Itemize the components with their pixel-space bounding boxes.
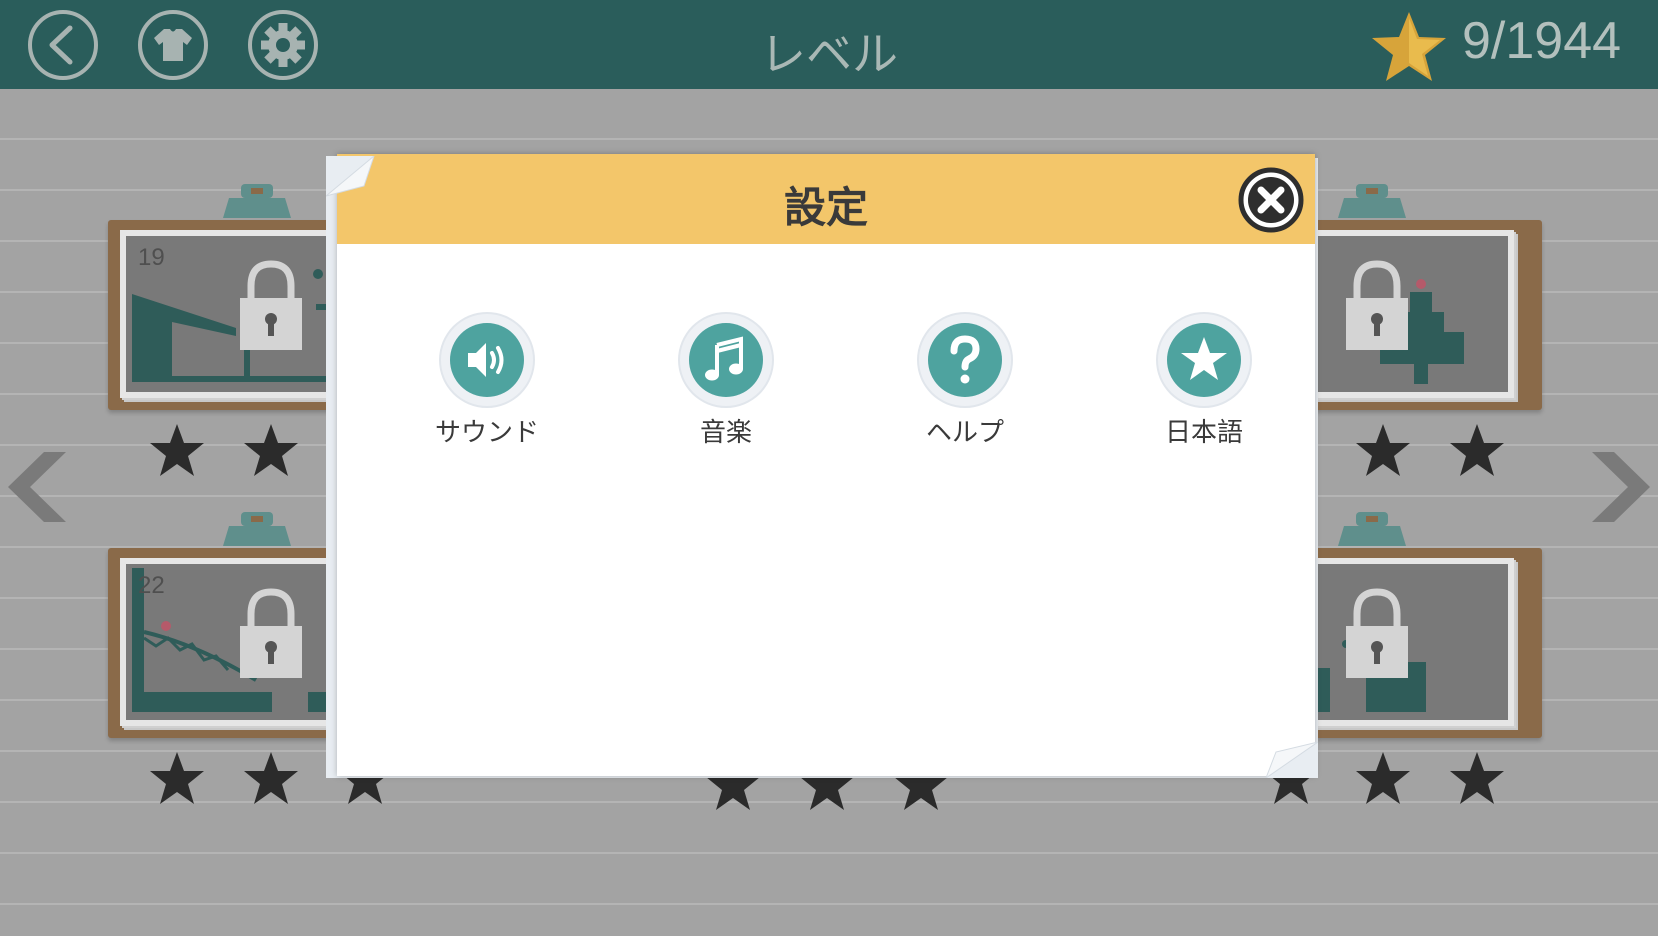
- page-curl-top-left: [326, 156, 375, 197]
- sound-option[interactable]: サウンド: [407, 314, 567, 454]
- dialog-title: 設定: [783, 183, 868, 232]
- prev-page-button[interactable]: [4, 448, 74, 526]
- star-icon: [150, 752, 204, 804]
- help-label: ヘルプ: [925, 418, 1004, 448]
- star-icon: [244, 424, 298, 476]
- question-icon: [950, 335, 980, 384]
- lock-icon: [238, 586, 304, 680]
- clipboard-clip: [223, 184, 291, 218]
- help-option[interactable]: ヘルプ: [885, 314, 1045, 454]
- language-label: 日本語: [1164, 418, 1243, 448]
- close-button[interactable]: [1237, 166, 1305, 234]
- level-number: 19: [138, 244, 165, 271]
- star-icon: [1356, 752, 1410, 804]
- music-option-ring: [680, 314, 772, 406]
- chevron-left-icon: [8, 452, 66, 522]
- next-page-button[interactable]: [1584, 448, 1654, 526]
- settings-dialog: 設定 サウンド 音楽 ヘルプ 日本語: [337, 154, 1315, 776]
- clipboard-clip: [223, 512, 291, 546]
- star-icon: [1356, 424, 1410, 476]
- star-count: 9/1944: [1462, 12, 1622, 70]
- clipboard-clip: [1338, 184, 1406, 218]
- level-number: 22: [138, 572, 165, 599]
- star-icon: [1450, 752, 1504, 804]
- lock-icon: [1344, 258, 1410, 352]
- sound-option-ring: [441, 314, 533, 406]
- sound-label: サウンド: [434, 418, 539, 448]
- top-bar: レベル 9/1944: [0, 0, 1658, 89]
- lock-icon: [238, 258, 304, 352]
- language-option-ring: [1158, 314, 1250, 406]
- star-icon: [1450, 424, 1504, 476]
- music-label: 音楽: [699, 418, 752, 448]
- gold-star-icon: [1372, 12, 1446, 81]
- music-note-icon: [705, 336, 743, 381]
- clipboard-clip: [1338, 512, 1406, 546]
- chevron-right-icon: [1592, 452, 1650, 522]
- star-icon: [244, 752, 298, 804]
- language-option[interactable]: 日本語: [1124, 314, 1284, 454]
- level-stars: [1354, 422, 1514, 478]
- star-icon: [1181, 337, 1227, 380]
- speaker-icon: [468, 343, 504, 377]
- music-option[interactable]: 音楽: [646, 314, 806, 454]
- close-icon: [1238, 167, 1304, 233]
- star-icon: [150, 424, 204, 476]
- page-curl-bottom-right: [1266, 742, 1318, 778]
- lock-icon: [1344, 586, 1410, 680]
- help-option-ring: [919, 314, 1011, 406]
- dialog-header: 設定: [337, 154, 1315, 244]
